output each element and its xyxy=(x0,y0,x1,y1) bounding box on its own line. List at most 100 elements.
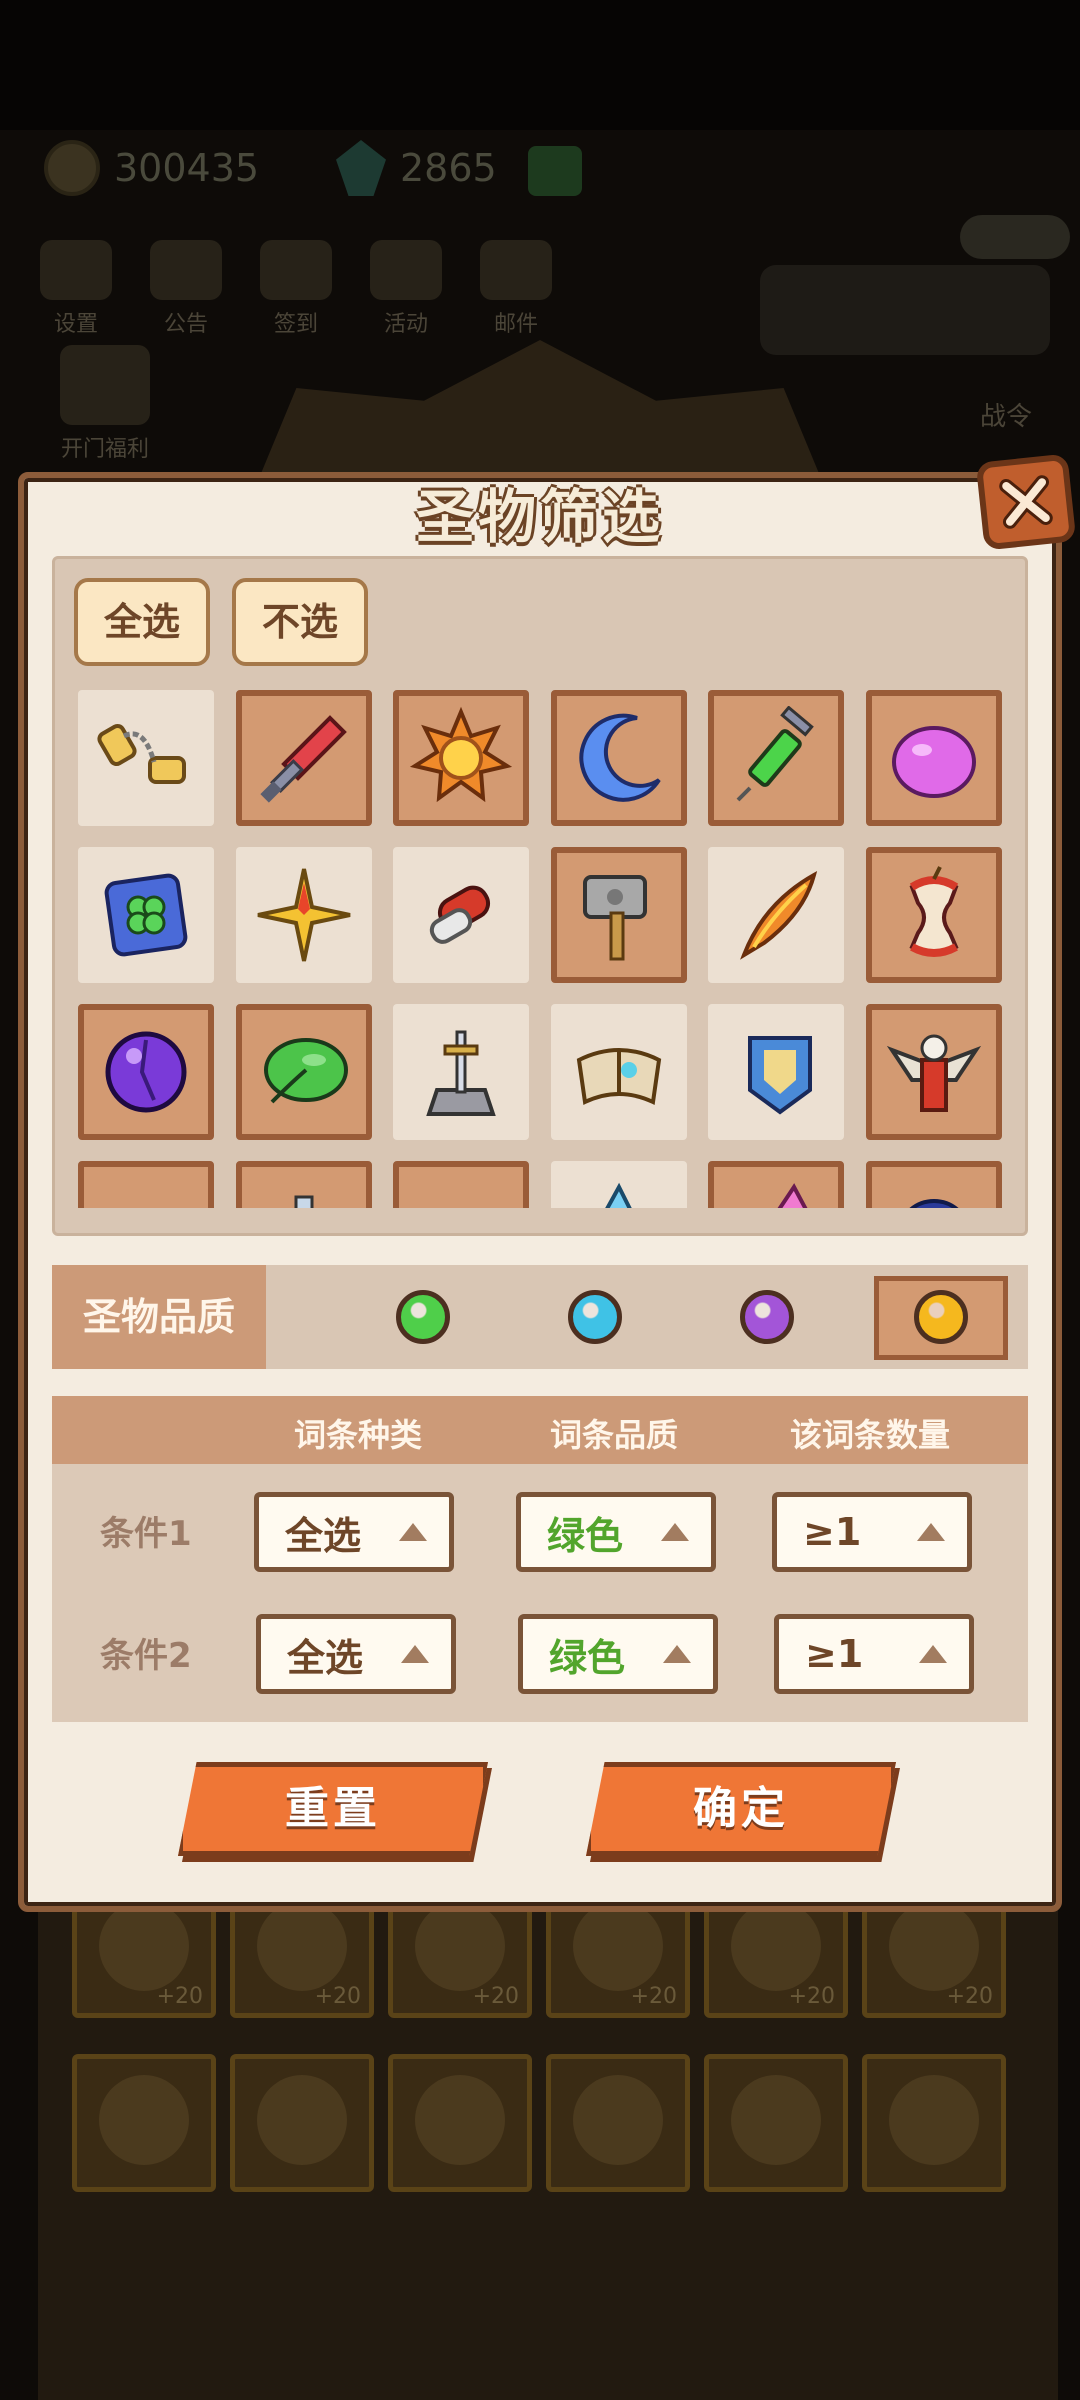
relic-spell-book[interactable] xyxy=(551,1004,687,1140)
pink-slime-icon xyxy=(892,726,976,798)
sword-in-stone-icon xyxy=(426,1030,496,1116)
inventory-slot xyxy=(388,2054,532,2192)
condition-2-count-dropdown[interactable]: ≥1 xyxy=(774,1614,974,1694)
sun-gem-icon xyxy=(409,706,513,803)
inventory-slot xyxy=(704,2054,848,2192)
condition-1-label: 条件1 xyxy=(100,1514,192,1554)
crescent-moon-icon xyxy=(579,713,661,802)
totem-bird-icon xyxy=(886,1034,982,1112)
relic-phoenix-feather[interactable] xyxy=(708,847,844,983)
select-none-button[interactable]: 不选 xyxy=(232,578,368,666)
relic-apple-core[interactable] xyxy=(866,847,1002,983)
inventory-slot xyxy=(862,2054,1006,2192)
settings-shortcut: 设置 xyxy=(40,240,112,338)
notice-shortcut: 公告 xyxy=(150,240,222,338)
relic-green-leaf[interactable] xyxy=(236,1004,372,1140)
gold-shuriken-icon xyxy=(257,868,351,962)
add-gem-button xyxy=(528,146,582,196)
relic-blue-potion[interactable] xyxy=(236,1161,372,1208)
caret-up-icon xyxy=(401,1645,429,1663)
caret-up-icon xyxy=(663,1645,691,1663)
relic-grid[interactable] xyxy=(78,690,1002,1208)
coin-icon xyxy=(44,140,100,196)
pink-crystal-icon xyxy=(777,1183,808,1208)
relic-sword-in-stone[interactable] xyxy=(393,1004,529,1140)
rocket-capsule-icon xyxy=(429,885,491,944)
caret-up-icon xyxy=(919,1645,947,1663)
event-shortcut: 活动 xyxy=(370,240,442,338)
close-icon xyxy=(999,475,1053,529)
relic-pink-crystal[interactable] xyxy=(708,1161,844,1208)
relic-green-herb[interactable] xyxy=(393,1161,529,1208)
welfare-shortcut: 开门福利 xyxy=(40,345,170,463)
top-icon-bar: 设置 公告 签到 活动 邮件 xyxy=(40,240,552,338)
condition-1-quality-dropdown[interactable]: 绿色 xyxy=(516,1492,716,1572)
header-entry-count: 该词条数量 xyxy=(789,1416,950,1454)
notice-icon xyxy=(150,240,222,300)
select-all-button[interactable]: 全选 xyxy=(74,578,210,666)
caret-up-icon xyxy=(661,1523,689,1541)
ice-crystal-icon xyxy=(605,1182,632,1208)
relic-pennant-banner[interactable] xyxy=(708,1004,844,1140)
battle-pass-shortcut: 战令 xyxy=(980,402,1033,432)
spell-book-icon xyxy=(576,1048,662,1105)
inventory-row xyxy=(72,2054,1006,2192)
signin-icon xyxy=(260,240,332,300)
pennant-banner-icon xyxy=(748,1036,812,1115)
golden-horns-icon xyxy=(94,1177,198,1208)
inventory-slot xyxy=(546,2054,690,2192)
status-bar-area xyxy=(0,0,1080,130)
relic-ice-crystal[interactable] xyxy=(551,1161,687,1208)
relic-gold-shuriken[interactable] xyxy=(236,847,372,983)
gem-value: 2865 xyxy=(400,146,497,190)
quality-label: 圣物品质 xyxy=(52,1265,266,1369)
quality-green-option[interactable] xyxy=(396,1290,450,1344)
bg-badge xyxy=(960,215,1070,259)
relic-purple-orb[interactable] xyxy=(78,1004,214,1140)
mail-icon xyxy=(480,240,552,300)
condition-1-count-dropdown[interactable]: ≥1 xyxy=(772,1492,972,1572)
header-entry-quality: 词条品质 xyxy=(549,1416,678,1454)
confirm-button[interactable]: 确定 xyxy=(586,1762,896,1856)
condition-1-type-dropdown[interactable]: 全选 xyxy=(254,1492,454,1572)
starry-orb-icon xyxy=(909,1199,959,1208)
relic-rocket-capsule[interactable] xyxy=(393,847,529,983)
condition-2-type-dropdown[interactable]: 全选 xyxy=(256,1614,456,1694)
quality-orange-option[interactable] xyxy=(914,1290,968,1344)
reset-button[interactable]: 重置 xyxy=(178,1762,488,1856)
relic-sun-gem[interactable] xyxy=(393,690,529,826)
inventory-slot xyxy=(230,2054,374,2192)
mail-shortcut: 邮件 xyxy=(480,240,552,338)
relic-clover-card[interactable] xyxy=(78,847,214,983)
relic-syringe[interactable] xyxy=(708,690,844,826)
stone-hammer-icon xyxy=(583,875,647,961)
caret-up-icon xyxy=(917,1523,945,1541)
close-button[interactable] xyxy=(975,453,1077,551)
gift-icon xyxy=(60,345,150,425)
dialog-title: 圣物筛选 xyxy=(415,483,664,551)
clover-card-icon xyxy=(104,873,188,957)
relic-red-crystal-sword[interactable] xyxy=(236,690,372,826)
header-entry-type: 词条种类 xyxy=(293,1416,422,1454)
blue-potion-icon xyxy=(294,1195,314,1208)
gem-icon xyxy=(336,140,386,196)
green-herb-icon xyxy=(409,1177,513,1208)
condition-2-label: 条件2 xyxy=(100,1636,192,1676)
relic-pink-slime[interactable] xyxy=(866,690,1002,826)
condition-2-quality-dropdown[interactable]: 绿色 xyxy=(518,1614,718,1694)
event-icon xyxy=(370,240,442,300)
quality-purple-option[interactable] xyxy=(740,1290,794,1344)
apple-core-icon xyxy=(909,866,959,957)
red-crystal-sword-icon xyxy=(260,715,347,803)
quality-blue-option[interactable] xyxy=(568,1290,622,1344)
bg-speech-bubble xyxy=(760,265,1050,355)
relic-golden-horns[interactable] xyxy=(78,1161,214,1208)
relic-stone-hammer[interactable] xyxy=(551,847,687,983)
phoenix-feather-icon xyxy=(740,870,818,960)
relic-totem-bird[interactable] xyxy=(866,1004,1002,1140)
caret-up-icon xyxy=(399,1523,427,1541)
relic-nunchaku[interactable] xyxy=(78,690,214,826)
coin-counter: 300435 xyxy=(44,140,259,196)
relic-crescent-moon[interactable] xyxy=(551,690,687,826)
relic-starry-orb[interactable] xyxy=(866,1161,1002,1208)
